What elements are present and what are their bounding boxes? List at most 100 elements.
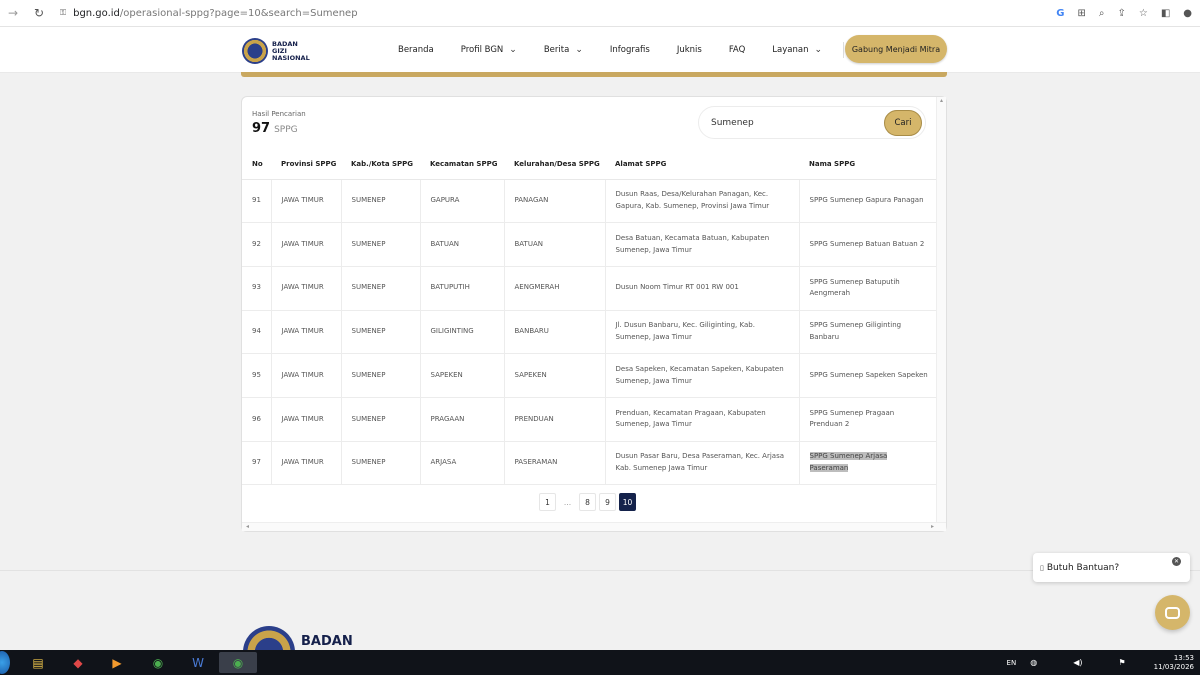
table-cell: 96: [242, 397, 272, 442]
table-cell: Desa Sapeken, Kecamatan Sapeken, Kabupat…: [605, 353, 800, 398]
search-button[interactable]: Cari: [884, 110, 922, 136]
zoom-icon[interactable]: ⌕: [1099, 8, 1105, 19]
table-cell: SPPG Sumenep Pragaan Prenduan 2: [799, 397, 936, 442]
menu-item-juknis[interactable]: Juknis: [677, 45, 702, 55]
bookmark-star-icon[interactable]: ☆: [1139, 8, 1148, 19]
url-domain: bgn.go.id: [73, 7, 120, 19]
table-cell: SPPG Sumenep Batuan Batuan 2: [799, 222, 936, 267]
bgn-logo-text: BADAN GIZI NASIONAL: [272, 39, 310, 62]
start-button[interactable]: [0, 651, 10, 674]
profile-icon[interactable]: ●: [1183, 8, 1192, 19]
table-horizontal-scrollbar[interactable]: ◂ ▸: [242, 522, 946, 531]
table-cell: 91: [242, 179, 272, 224]
table-row: 96 JAWA TIMUR SUMENEP PRAGAAN PRENDUAN P…: [242, 397, 936, 442]
network-icon[interactable]: ◍: [1030, 658, 1037, 667]
table-cell: SUMENEP: [341, 353, 421, 398]
table-header: No Provinsi SPPG Kab./Kota SPPG Kecamata…: [242, 149, 936, 180]
table-cell: JAWA TIMUR: [271, 441, 342, 486]
table-cell: SPPG Sumenep Giliginting Banbaru: [799, 310, 936, 355]
translate-icon[interactable]: ⊞: [1077, 8, 1085, 19]
join-partner-button[interactable]: Gabung Menjadi Mitra: [845, 35, 947, 63]
table-cell: SUMENEP: [341, 222, 421, 267]
search-input[interactable]: [711, 115, 871, 131]
page-button-1[interactable]: 1: [539, 493, 556, 511]
file-explorer-icon[interactable]: ▤: [19, 652, 57, 673]
page-button-9[interactable]: 9: [599, 493, 616, 511]
column-header: Kab./Kota SPPG: [341, 149, 420, 180]
table-row: 92 JAWA TIMUR SUMENEP BATUAN BATUAN Desa…: [242, 222, 936, 267]
table-cell: SPPG Sumenep Gapura Panagan: [799, 179, 936, 224]
table-cell: ARJASA: [420, 441, 505, 486]
menu-item-faq[interactable]: FAQ: [729, 45, 745, 55]
column-header: Nama SPPG: [799, 149, 936, 180]
table-cell: JAWA TIMUR: [271, 353, 342, 398]
pagination: 1 ... 8 9 10: [539, 493, 636, 511]
table-cell: SPPG Sumenep Batuputih Aengmerah: [799, 266, 936, 311]
table-cell: Jl. Dusun Banbaru, Kec. Giliginting, Kab…: [605, 310, 800, 355]
table-cell: PASERAMAN: [504, 441, 606, 486]
menu-item-infografis[interactable]: Infografis: [610, 45, 650, 55]
table-cell: BATUAN: [420, 222, 505, 267]
browser-actions: G ⊞ ⌕ ⇪ ☆ ◧ ●: [1056, 0, 1192, 27]
table-cell: 93: [242, 266, 272, 311]
notification-flag-icon[interactable]: ⚑: [1118, 658, 1125, 667]
chat-icon: [1165, 606, 1180, 619]
page-button-10[interactable]: 10: [619, 493, 636, 511]
close-icon[interactable]: ✕: [1172, 557, 1181, 566]
table-row: 93 JAWA TIMUR SUMENEP BATUPUTIH AENGMERA…: [242, 266, 936, 311]
sppg-table: No Provinsi SPPG Kab./Kota SPPG Kecamata…: [242, 149, 936, 486]
column-header: No: [242, 149, 271, 180]
table-row: 91 JAWA TIMUR SUMENEP GAPURA PANAGAN Dus…: [242, 179, 936, 224]
side-panel-icon[interactable]: ◧: [1161, 8, 1170, 19]
table-cell: PRAGAAN: [420, 397, 505, 442]
bgn-emblem-icon: [242, 38, 268, 64]
page-button-8[interactable]: 8: [579, 493, 596, 511]
reload-icon[interactable]: ↻: [32, 6, 46, 20]
system-tray: EN ◍ ◀) ⚑ 13:53 11/03/2026: [1007, 650, 1194, 675]
google-lens-icon[interactable]: G: [1056, 8, 1064, 19]
table-cell: JAWA TIMUR: [271, 310, 342, 355]
search-box: Cari: [698, 106, 926, 139]
bgn-logo[interactable]: BADAN GIZI NASIONAL: [242, 38, 310, 64]
table-cell: JAWA TIMUR: [271, 179, 342, 224]
table-cell: SUMENEP: [341, 179, 421, 224]
table-cell: BANBARU: [504, 310, 606, 355]
table-cell: 92: [242, 222, 272, 267]
menu-item-profil-bgn[interactable]: Profil BGN ⌄: [461, 45, 517, 55]
chrome-active-icon[interactable]: ◉: [219, 652, 257, 673]
column-header: Alamat SPPG: [605, 149, 799, 180]
table-cell: Dusun Raas, Desa/Kelurahan Panagan, Kec.…: [605, 179, 800, 224]
table-cell: Prenduan, Kecamatan Pragaan, Kabupaten S…: [605, 397, 800, 442]
chrome-icon[interactable]: ◉: [139, 652, 177, 673]
back-icon[interactable]: →: [6, 6, 20, 20]
help-prompt[interactable]: ▯ Butuh Bantuan?: [1033, 553, 1190, 582]
scroll-right-icon[interactable]: ▸: [931, 523, 934, 530]
results-count: 97 SPPG: [252, 121, 298, 136]
address-bar[interactable]: ⚿ bgn.go.id/operasional-sppg?page=10&sea…: [60, 4, 358, 23]
page-ellipsis: ...: [559, 493, 576, 511]
word-icon[interactable]: W: [179, 652, 217, 673]
table-cell: SAPEKEN: [420, 353, 505, 398]
site-info-icon[interactable]: ⚿: [60, 8, 66, 18]
table-cell: JAWA TIMUR: [271, 397, 342, 442]
chevron-down-icon: ⌄: [575, 45, 583, 55]
menu-item-beranda[interactable]: Beranda: [398, 45, 434, 55]
menu-item-layanan[interactable]: Layanan ⌄: [772, 45, 822, 55]
phone-icon: ▯: [1040, 563, 1044, 572]
language-indicator[interactable]: EN: [1007, 659, 1017, 667]
menu-item-berita[interactable]: Berita ⌄: [544, 45, 583, 55]
media-player-icon[interactable]: ▶: [98, 652, 136, 673]
table-cell: SUMENEP: [341, 441, 421, 486]
clock[interactable]: 13:53 11/03/2026: [1154, 654, 1194, 672]
site-header: BADAN GIZI NASIONAL Beranda Profil BGN ⌄ …: [0, 27, 1200, 73]
table-cell: PANAGAN: [504, 179, 606, 224]
volume-icon[interactable]: ◀): [1073, 658, 1082, 667]
table-cell: SAPEKEN: [504, 353, 606, 398]
anydesk-icon[interactable]: ◆: [59, 652, 97, 673]
chat-button[interactable]: [1155, 595, 1190, 630]
browser-toolbar: → ↻ ⚿ bgn.go.id/operasional-sppg?page=10…: [0, 0, 1200, 27]
scroll-left-icon[interactable]: ◂: [246, 523, 249, 530]
table-cell: AENGMERAH: [504, 266, 606, 311]
share-icon[interactable]: ⇪: [1117, 8, 1125, 19]
table-vertical-scrollbar[interactable]: ▴: [936, 97, 946, 523]
